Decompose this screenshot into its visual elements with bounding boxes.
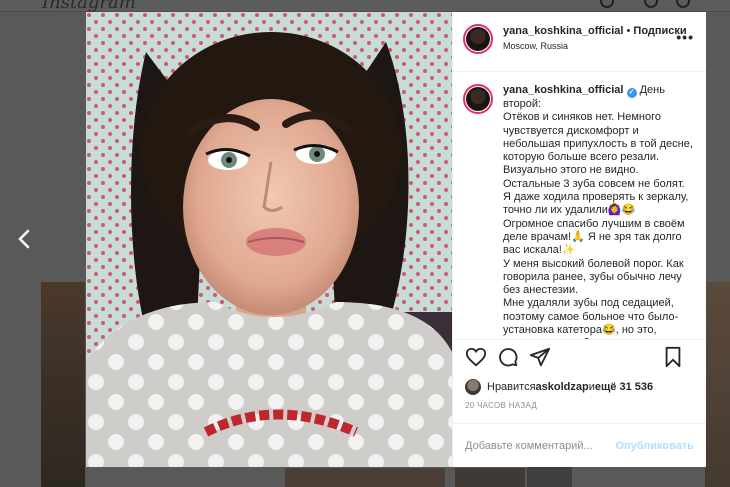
background-explore-icon	[644, 0, 658, 8]
location-link[interactable]: Moscow, Russia	[503, 41, 687, 51]
background-heart-icon	[676, 0, 690, 8]
avatar[interactable]	[463, 24, 493, 54]
caption-paragraph: День второй: Отёков и синяков нет. Немно…	[503, 84, 693, 217]
comment-icon[interactable]	[497, 346, 519, 368]
caption-username-link[interactable]: yana_koshkina_official	[503, 84, 623, 96]
liker-avatar[interactable]	[465, 379, 481, 395]
comments-area: yana_koshkina_official ✓ День второй: От…	[453, 72, 706, 339]
add-comment-bar: Опубликовать	[453, 423, 706, 467]
likes-prefix: Нравится	[487, 381, 536, 393]
username-link[interactable]: yana_koshkina_official	[503, 25, 623, 37]
post-photo	[86, 12, 452, 467]
caption-paragraph: Мне удаляли зубы под седацией, поэтому с…	[503, 297, 679, 339]
verified-badge-icon: ✓	[626, 88, 637, 98]
likes-count-link[interactable]: ещё 31 536	[595, 381, 653, 393]
likes-summary: Нравится askoldzap и ещё 31 536	[453, 373, 706, 401]
background-thumbnail	[41, 282, 85, 487]
background-thumbnail	[705, 282, 730, 487]
caption-paragraph: Огромное спасибо лучшим в своём деле вра…	[503, 217, 688, 257]
background-direct-icon	[600, 0, 614, 8]
avatar[interactable]	[463, 84, 493, 114]
post-timestamp[interactable]: 20 ЧАСОВ НАЗАД	[453, 401, 706, 423]
liker-username-link[interactable]: askoldzap	[536, 381, 589, 393]
chevron-left-icon[interactable]	[14, 228, 36, 250]
heart-icon[interactable]	[465, 346, 487, 368]
background-thumbnail	[455, 468, 525, 487]
post-modal: yana_koshkina_official • Подписки Moscow…	[86, 12, 706, 467]
post-sidebar: yana_koshkina_official • Подписки Moscow…	[452, 12, 706, 467]
header-separator: •	[623, 25, 634, 37]
post-header: yana_koshkina_official • Подписки Moscow…	[453, 12, 706, 72]
background-thumbnail	[285, 468, 445, 487]
ellipsis-icon[interactable]: •••	[676, 29, 694, 45]
caption-paragraph: У меня высокий болевой порог. Как говори…	[503, 257, 687, 297]
publish-button[interactable]: Опубликовать	[615, 440, 694, 452]
comment-input[interactable]	[465, 439, 615, 452]
background-topbar: Instagram	[0, 0, 730, 13]
post-caption: yana_koshkina_official ✓ День второй: От…	[503, 84, 694, 339]
post-header-text: yana_koshkina_official • Подписки Moscow…	[503, 25, 687, 51]
post-actions	[453, 339, 706, 373]
bookmark-icon[interactable]	[662, 346, 684, 368]
share-icon[interactable]	[529, 346, 551, 368]
